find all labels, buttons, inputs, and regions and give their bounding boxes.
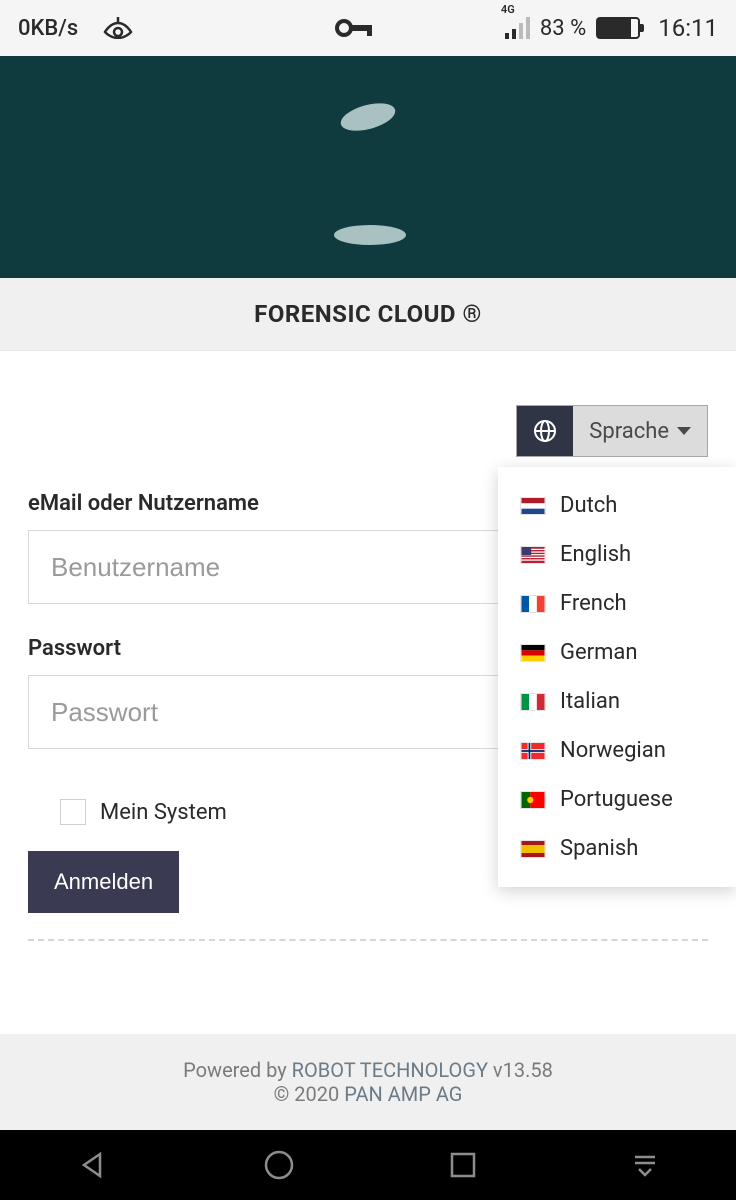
app-logo [278,77,458,257]
remember-checkbox[interactable] [60,799,86,825]
language-dropdown: Dutch English French German Italian Norw… [498,467,736,887]
flag-us-icon [520,546,546,564]
chevron-down-icon [677,427,691,435]
vpn-key-icon [335,18,375,38]
lang-option-spanish[interactable]: Spanish [498,824,736,873]
divider [28,939,708,941]
lang-option-dutch[interactable]: Dutch [498,481,736,530]
battery-icon [596,17,640,39]
footer-company[interactable]: PAN AMP AG [344,1082,462,1106]
lang-option-french[interactable]: French [498,579,736,628]
lang-option-english[interactable]: English [498,530,736,579]
nav-home-icon[interactable] [263,1149,295,1181]
language-label: Sprache [589,419,669,444]
network-speed: 0KB/s [18,16,78,41]
flag-nl-icon [520,497,546,515]
lang-option-norwegian[interactable]: Norwegian [498,726,736,775]
status-bar: 0KB/s 4G 83 % 16:11 [0,0,736,56]
lang-option-portuguese[interactable]: Portuguese [498,775,736,824]
nav-recent-icon[interactable] [450,1152,476,1178]
flag-es-icon [520,840,546,858]
header-banner [0,56,736,278]
language-selector[interactable]: Sprache [516,405,708,457]
remember-label: Mein System [100,800,227,825]
flag-fr-icon [520,595,546,613]
signal-icon: 4G [505,17,530,39]
battery-percent: 83 % [540,16,586,41]
flag-de-icon [520,644,546,662]
clock: 16:11 [658,14,718,42]
visibility-icon [102,17,134,39]
nav-back-icon[interactable] [78,1150,108,1180]
lang-option-german[interactable]: German [498,628,736,677]
app-title: FORENSIC CLOUD ® [0,278,736,351]
flag-it-icon [520,693,546,711]
flag-pt-icon [520,791,546,809]
nav-drawer-icon[interactable] [631,1151,659,1179]
android-nav-bar [0,1130,736,1200]
footer-brand[interactable]: ROBOT TECHNOLOGY [292,1058,488,1082]
globe-icon [517,406,573,456]
login-button[interactable]: Anmelden [28,851,179,913]
footer: Powered by ROBOT TECHNOLOGY v13.58 © 202… [0,1034,736,1130]
flag-no-icon [520,742,546,760]
lang-option-italian[interactable]: Italian [498,677,736,726]
